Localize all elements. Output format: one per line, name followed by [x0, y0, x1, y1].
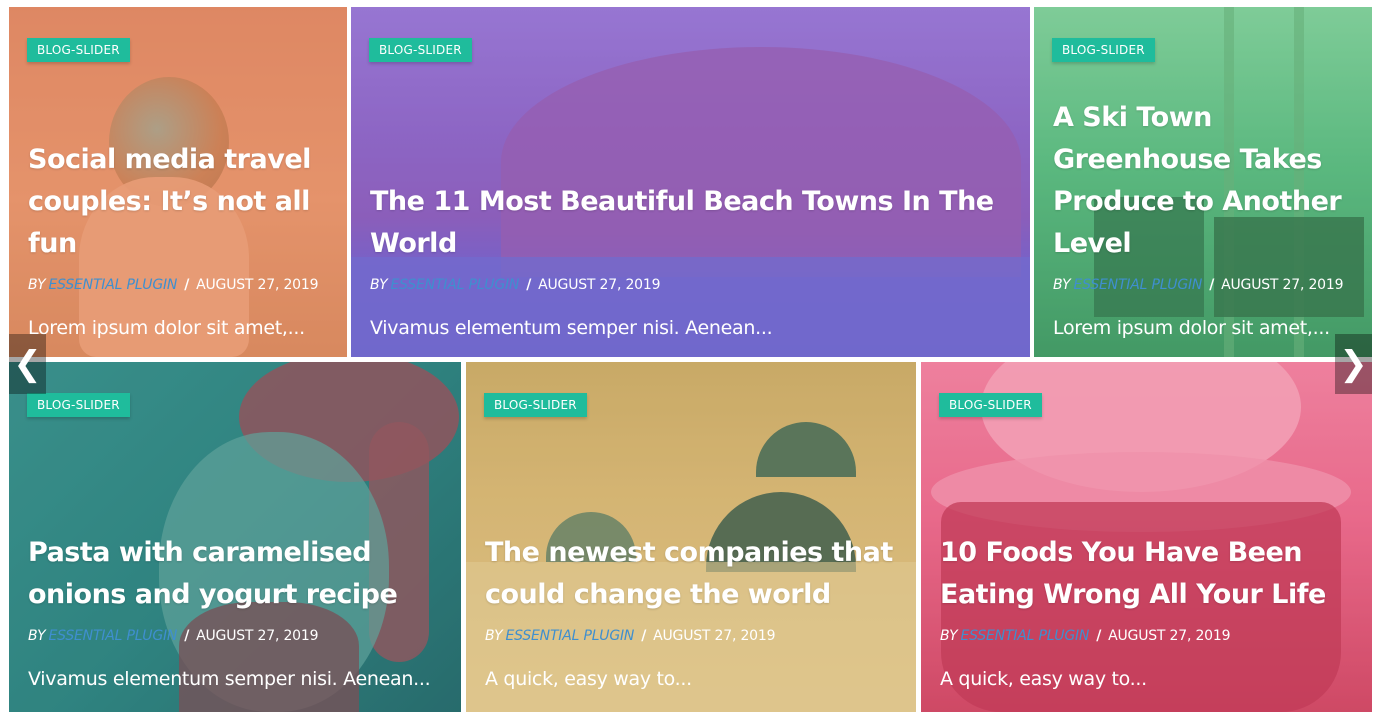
post-excerpt: Lorem ipsum dolor sit amet,... — [1053, 317, 1330, 339]
category-badge[interactable]: BLOG-SLIDER — [484, 393, 587, 417]
by-label: BY — [485, 628, 503, 644]
post-date: AUGUST 27, 2019 — [1221, 277, 1344, 293]
post-title[interactable]: Social media travel couples: It’s not al… — [28, 139, 331, 265]
post-excerpt: Lorem ipsum dolor sit amet,... — [28, 317, 305, 339]
post-meta: BY ESSENTIAL PLUGIN / AUGUST 27, 2019 — [28, 275, 331, 295]
next-slide-button[interactable]: ❯ — [1335, 334, 1372, 394]
post-excerpt: Vivamus elementum semper nisi. Aenean... — [370, 317, 773, 339]
post-card-newest-companies[interactable]: BLOG-SLIDER The newest companies that co… — [466, 362, 916, 712]
post-card-beach-towns[interactable]: BLOG-SLIDER The 11 Most Beautiful Beach … — [351, 7, 1030, 357]
post-title[interactable]: 10 Foods You Have Been Eating Wrong All … — [940, 532, 1356, 616]
post-excerpt: Vivamus elementum semper nisi. Aenean... — [28, 668, 431, 690]
author-link[interactable]: ESSENTIAL PLUGIN — [961, 628, 1090, 644]
meta-separator: / — [184, 628, 190, 644]
post-meta: BY ESSENTIAL PLUGIN / AUGUST 27, 2019 — [1053, 275, 1356, 295]
post-date: AUGUST 27, 2019 — [653, 628, 776, 644]
by-label: BY — [370, 277, 388, 293]
post-meta: BY ESSENTIAL PLUGIN / AUGUST 27, 2019 — [940, 626, 1356, 646]
post-card-ski-town[interactable]: BLOG-SLIDER A Ski Town Greenhouse Takes … — [1034, 7, 1372, 357]
blog-slider: BLOG-SLIDER Social media travel couples:… — [0, 0, 1387, 723]
meta-separator: / — [1096, 628, 1102, 644]
by-label: BY — [940, 628, 958, 644]
meta-separator: / — [184, 277, 190, 293]
meta-separator: / — [526, 277, 532, 293]
author-link[interactable]: ESSENTIAL PLUGIN — [391, 277, 520, 293]
category-badge[interactable]: BLOG-SLIDER — [27, 393, 130, 417]
post-title[interactable]: The newest companies that could change t… — [485, 532, 900, 616]
post-excerpt: A quick, easy way to... — [485, 668, 692, 690]
post-card-social-media[interactable]: BLOG-SLIDER Social media travel couples:… — [9, 7, 347, 357]
author-link[interactable]: ESSENTIAL PLUGIN — [49, 628, 178, 644]
prev-slide-button[interactable]: ❮ — [9, 334, 46, 394]
post-title[interactable]: A Ski Town Greenhouse Takes Produce to A… — [1053, 97, 1356, 265]
category-badge[interactable]: BLOG-SLIDER — [369, 38, 472, 62]
post-meta: BY ESSENTIAL PLUGIN / AUGUST 27, 2019 — [370, 275, 1014, 295]
author-link[interactable]: ESSENTIAL PLUGIN — [1074, 277, 1203, 293]
author-link[interactable]: ESSENTIAL PLUGIN — [49, 277, 178, 293]
post-card-foods[interactable]: BLOG-SLIDER 10 Foods You Have Been Eatin… — [921, 362, 1372, 712]
post-date: AUGUST 27, 2019 — [196, 628, 319, 644]
chevron-right-icon: ❯ — [1339, 344, 1368, 384]
post-excerpt: A quick, easy way to... — [940, 668, 1147, 690]
post-meta: BY ESSENTIAL PLUGIN / AUGUST 27, 2019 — [28, 626, 445, 646]
meta-separator: / — [1209, 277, 1215, 293]
author-link[interactable]: ESSENTIAL PLUGIN — [506, 628, 635, 644]
category-badge[interactable]: BLOG-SLIDER — [27, 38, 130, 62]
post-meta: BY ESSENTIAL PLUGIN / AUGUST 27, 2019 — [485, 626, 900, 646]
meta-separator: / — [641, 628, 647, 644]
by-label: BY — [28, 277, 46, 293]
chevron-left-icon: ❮ — [13, 344, 42, 384]
category-badge[interactable]: BLOG-SLIDER — [939, 393, 1042, 417]
by-label: BY — [1053, 277, 1071, 293]
post-title[interactable]: Pasta with caramelised onions and yogurt… — [28, 532, 445, 616]
post-title[interactable]: The 11 Most Beautiful Beach Towns In The… — [370, 181, 1014, 265]
category-badge[interactable]: BLOG-SLIDER — [1052, 38, 1155, 62]
by-label: BY — [28, 628, 46, 644]
post-date: AUGUST 27, 2019 — [1108, 628, 1231, 644]
post-date: AUGUST 27, 2019 — [196, 277, 319, 293]
post-card-pasta[interactable]: BLOG-SLIDER Pasta with caramelised onion… — [9, 362, 461, 712]
post-date: AUGUST 27, 2019 — [538, 277, 661, 293]
